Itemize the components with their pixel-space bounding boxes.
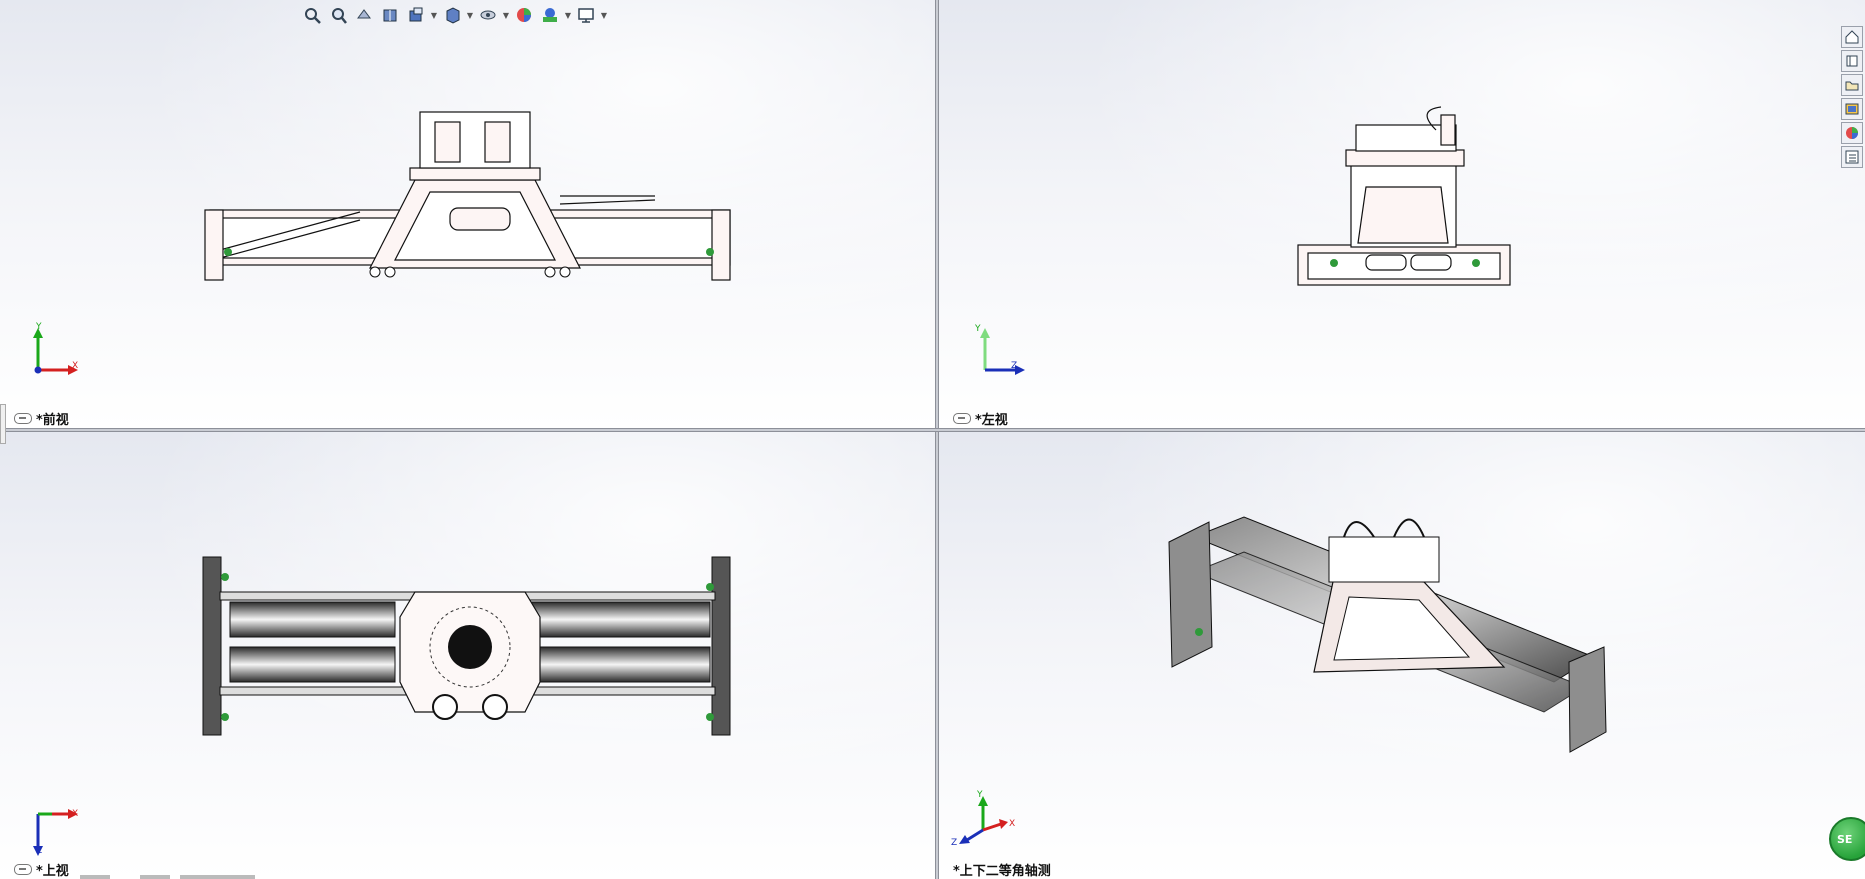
axis-label-right: Z [1011,361,1018,371]
chevron-down-icon[interactable]: ▼ [430,11,438,20]
edit-appearance-icon[interactable] [512,4,536,26]
task-pane-tabs [1841,26,1865,174]
viewport-splitter-horizontal[interactable] [0,428,1865,432]
viewport-splitter-vertical[interactable] [935,0,939,879]
top-view-model[interactable] [200,547,740,747]
axis-triad [33,328,78,375]
axis-label-right: X [72,809,79,819]
status-bar-fragment [80,875,110,879]
chevron-down-icon[interactable]: ▼ [600,11,608,20]
appearances-icon[interactable] [1841,122,1863,144]
axis-label-up: Y [36,322,42,332]
link-views-icon[interactable] [953,413,971,424]
section-view-icon[interactable] [378,4,402,26]
isometric-viewport[interactable]: Y X Z *上下二等角轴测 SE [939,432,1865,879]
link-views-icon[interactable] [14,413,32,424]
status-bar-fragment [140,875,170,879]
view-palette-icon[interactable] [1841,98,1863,120]
isometric-view-label[interactable]: *上下二等角轴测 [953,860,1051,879]
dynamic-annotation-icon[interactable] [404,4,428,26]
status-bar-fragment [180,875,255,879]
front-view-model[interactable] [200,100,740,300]
axis-label-up: Y [975,324,981,334]
view-name: *上视 [36,864,69,879]
top-viewport[interactable]: X Z *上视 [0,432,935,879]
view-name: *前视 [36,413,69,428]
axis-label-down: Z [36,846,43,856]
view-orientation-icon[interactable] [440,4,464,26]
link-views-icon[interactable] [14,864,32,875]
display-style-icon[interactable] [476,4,500,26]
zoom-to-area-icon[interactable] [326,4,350,26]
axis-triad [959,796,1008,844]
axis-label-up: Y [977,790,983,800]
view-settings-icon[interactable] [574,4,598,26]
axis-label-right: X [1009,819,1016,829]
left-viewport[interactable]: Y Z *左视 [939,0,1865,428]
badge-text: SE [1837,832,1853,846]
left-view-label[interactable]: *左视 [953,409,1008,428]
custom-properties-icon[interactable] [1841,146,1863,168]
solidworks-resources-badge[interactable]: SE [1829,817,1865,861]
chevron-down-icon[interactable]: ▼ [466,11,474,20]
axis-label-left: Z [951,838,958,848]
left-view-model[interactable] [1296,105,1514,295]
previous-view-icon[interactable] [352,4,376,26]
axis-triad [980,328,1025,375]
chevron-down-icon[interactable]: ▼ [502,11,510,20]
view-name: *左视 [975,413,1008,428]
zoom-to-fit-icon[interactable] [300,4,324,26]
home-icon[interactable] [1841,26,1863,48]
view-name: *上下二等角轴测 [953,864,1051,879]
front-view-label[interactable]: *前视 [14,409,69,428]
design-library-icon[interactable] [1841,50,1863,72]
file-explorer-icon[interactable] [1841,74,1863,96]
top-view-label[interactable]: *上视 [14,860,69,879]
apply-scene-icon[interactable] [538,4,562,26]
chevron-down-icon[interactable]: ▼ [564,11,572,20]
axis-label-right: X [72,361,79,371]
heads-up-view-toolbar: ▼ ▼ ▼ ▼ ▼ [300,2,608,28]
feature-manager-collapse-tab[interactable] [0,404,6,444]
isometric-view-model[interactable] [1134,482,1614,782]
front-viewport[interactable]: Y X *前视 ▼ ▼ ▼ ▼ ▼ [0,0,935,428]
